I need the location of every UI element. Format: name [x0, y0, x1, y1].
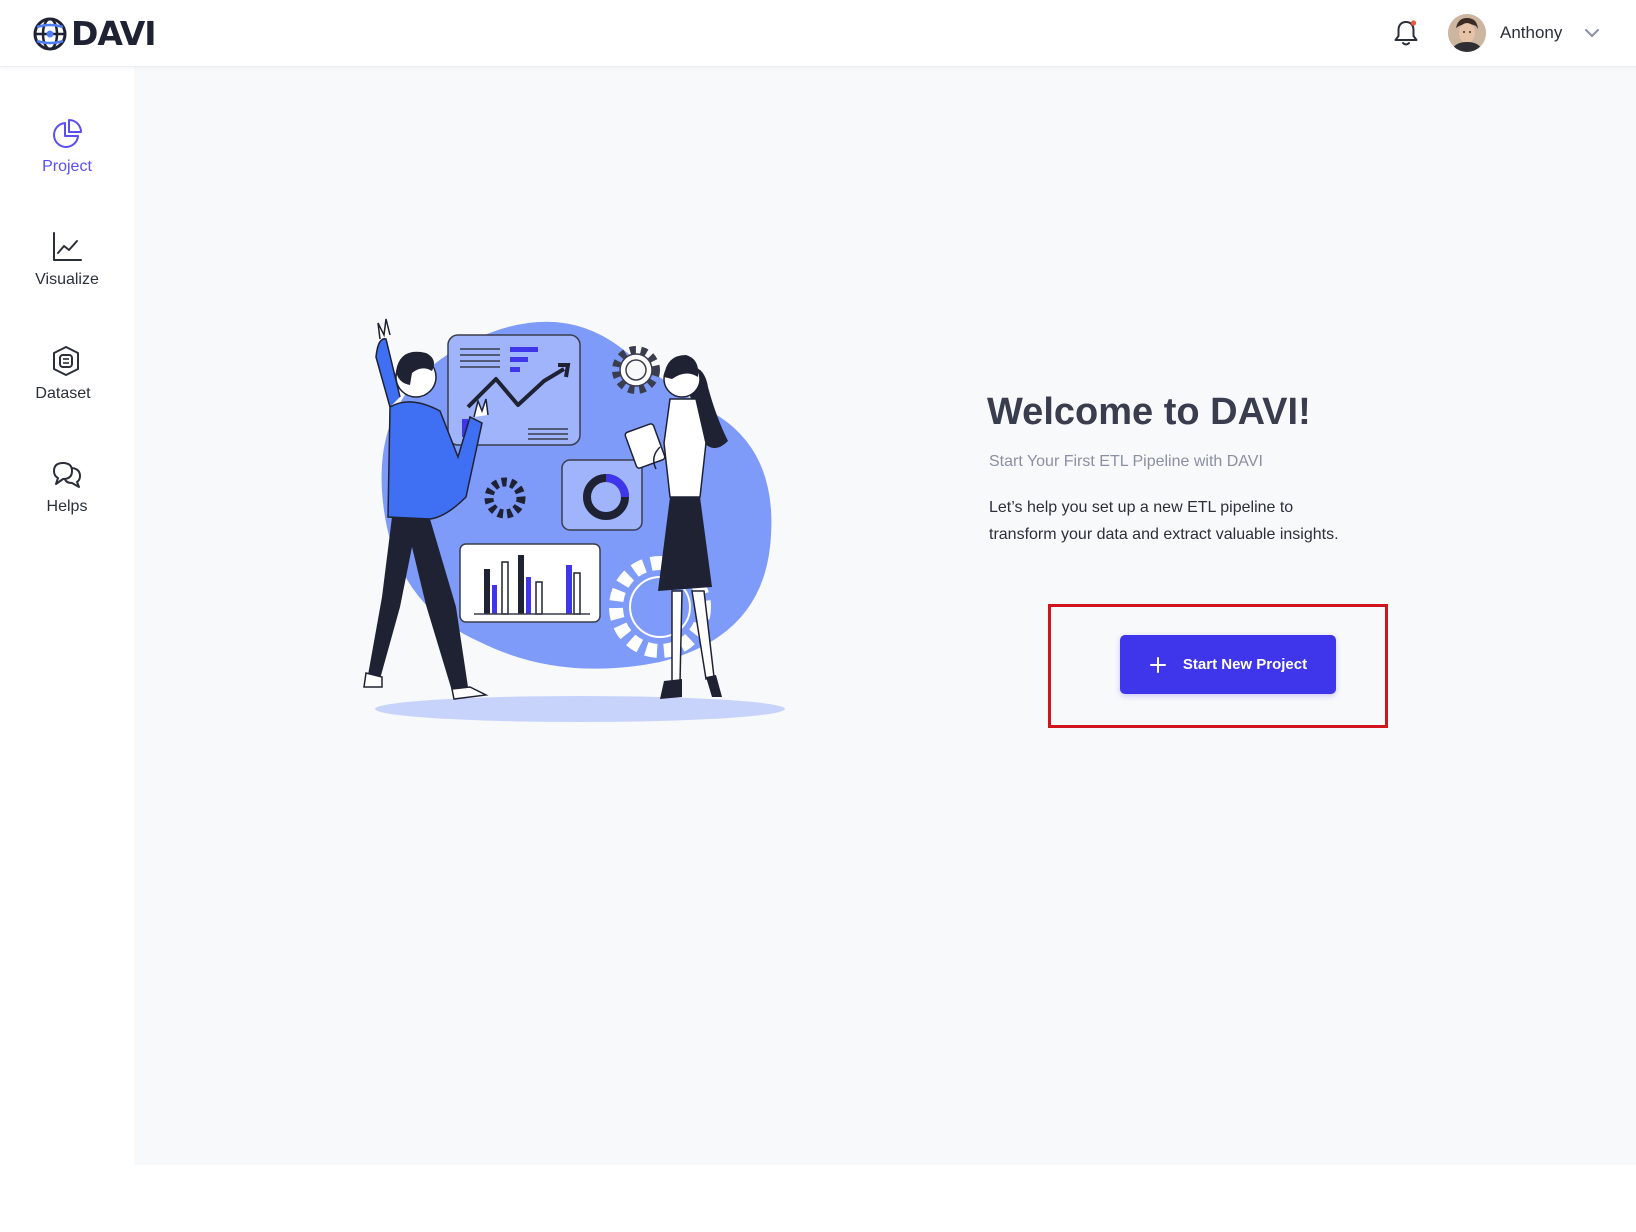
sidebar-item-label: Project	[42, 158, 92, 175]
user-name[interactable]: Anthony	[1500, 22, 1562, 44]
pie-chart-icon	[53, 119, 82, 148]
sidebar-item-label: Dataset	[35, 385, 91, 402]
avatar-image	[1448, 14, 1486, 52]
start-new-project-button[interactable]: Start New Project	[1120, 635, 1336, 694]
user-avatar[interactable]	[1448, 14, 1486, 52]
sidebar-item-project[interactable]: Project	[0, 117, 134, 177]
logo-text: DAVI	[71, 14, 157, 53]
database-icon	[53, 346, 79, 376]
chat-bubbles-icon	[53, 462, 81, 488]
line-chart-icon	[53, 232, 82, 261]
start-new-project-label: Start New Project	[1182, 656, 1308, 673]
main-content: Welcome to DAVI! Start Your First ETL Pi…	[134, 67, 1636, 1165]
sidebar: Project Visualize Dataset Helps	[0, 67, 134, 1165]
data-analysis-illustration	[363, 318, 785, 722]
top-bar: DAVI Anthony	[0, 0, 1636, 67]
welcome-title: Welcome to DAVI!	[987, 391, 1311, 433]
chevron-down-icon[interactable]	[1584, 26, 1600, 40]
sidebar-item-helps[interactable]: Helps	[0, 457, 134, 517]
sidebar-item-label: Visualize	[35, 271, 99, 288]
sidebar-item-dataset[interactable]: Dataset	[0, 344, 130, 404]
globe-logo-icon	[33, 17, 67, 51]
welcome-description: Let’s help you set up a new ETL pipeline…	[989, 499, 1339, 543]
davi-logo[interactable]: DAVI	[31, 14, 157, 54]
bell-icon[interactable]	[1392, 18, 1420, 48]
welcome-subtitle: Start Your First ETL Pipeline with DAVI	[989, 453, 1263, 470]
sidebar-item-label: Helps	[46, 498, 88, 515]
sidebar-item-visualize[interactable]: Visualize	[0, 230, 134, 290]
plus-icon	[1149, 656, 1166, 673]
